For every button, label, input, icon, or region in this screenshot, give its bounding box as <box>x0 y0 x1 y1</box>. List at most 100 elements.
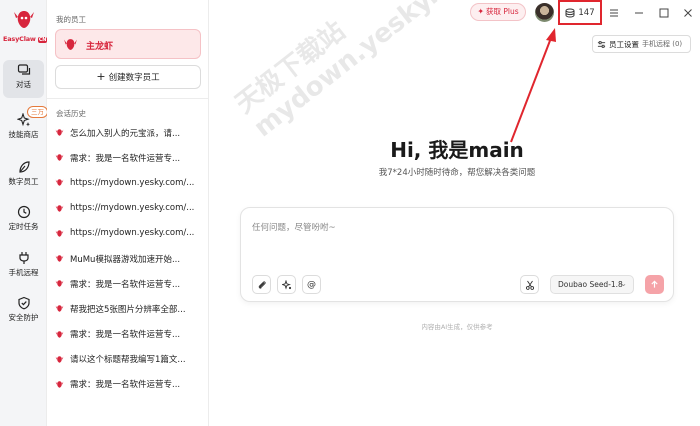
watermark-line-2: mydown.yesky.com <box>248 0 492 144</box>
arrow-up-icon <box>651 280 658 288</box>
model-select[interactable]: Doubao Seed-1.8 ⌄ <box>550 275 634 294</box>
lobster-icon <box>55 129 64 136</box>
lobster-icon <box>55 204 64 212</box>
history-item-label: https://mydown.yesky.com/... <box>70 228 195 239</box>
app-logo: EasyClaw CN <box>3 8 48 48</box>
chevron-down-icon: ⌄ <box>620 279 627 288</box>
rail-item-digital-employee[interactable]: 数字员工 <box>3 157 44 195</box>
rail-item-phone-remote[interactable]: 手机远程 <box>3 248 44 286</box>
lobster-icon <box>55 356 64 363</box>
rail-item-scheduled-tasks[interactable]: 定时任务 <box>3 202 44 240</box>
skills-button[interactable] <box>277 275 296 294</box>
history-item[interactable]: 请以这个标题帮我编写1篇文... <box>55 347 205 372</box>
attach-button[interactable] <box>252 275 271 294</box>
scissors-button[interactable] <box>520 275 539 294</box>
scissors-icon <box>525 280 534 290</box>
page-title: Hi, 我是main <box>390 138 524 162</box>
employee-settings-label: 员工设置 <box>609 39 639 49</box>
rail-label-skill-store: 技能商店 <box>8 130 39 139</box>
history-item-label: 需求：我是一名软件运营专... <box>70 380 181 391</box>
star-icon: ✦ <box>477 7 485 16</box>
send-button[interactable] <box>645 275 664 294</box>
rail-item-chat[interactable]: 对话 <box>3 60 44 98</box>
employee-name: 主龙虾 <box>86 42 114 52</box>
phone-remote-count: 手机远程 (0) <box>642 40 683 48</box>
rail-item-security[interactable]: 安全防护 <box>3 293 44 331</box>
at-icon: @ <box>307 279 316 290</box>
rail-label-digital-employee: 数字员工 <box>8 177 39 186</box>
history-section-title: 会话历史 <box>56 109 86 118</box>
paperclip-icon <box>258 280 266 289</box>
watermark-line-1: 天极下载站 <box>230 15 351 120</box>
lobster-icon <box>55 280 64 287</box>
shield-icon <box>17 296 30 310</box>
model-select-value: Doubao Seed-1.8 <box>558 280 623 289</box>
chat-icon <box>17 64 30 75</box>
history-item[interactable]: 需求：我是一名软件运营专... <box>55 271 205 296</box>
minimize-icon[interactable] <box>632 5 646 19</box>
user-avatar[interactable] <box>535 3 554 22</box>
page-subtitle: 我7*24小时随时待命，帮您解决各类问题 <box>378 168 536 178</box>
history-item-label: https://mydown.yesky.com/... <box>70 203 195 214</box>
maximize-icon[interactable] <box>657 5 671 19</box>
rail-label-security: 安全防护 <box>8 313 39 322</box>
menu-icon[interactable] <box>607 5 621 19</box>
history-item-label: 需求：我是一名软件运营专... <box>70 279 181 290</box>
lobster-logo-icon <box>13 11 34 28</box>
history-item[interactable]: 需求：我是一名软件运营专... <box>55 145 205 170</box>
sparkle-small-icon <box>281 279 291 290</box>
lobster-icon <box>55 230 64 237</box>
plus-icon: + <box>96 70 106 83</box>
rail-label-phone-remote: 手机远程 <box>8 268 39 277</box>
history-item-label: 需求：我是一名软件运营专... <box>70 153 181 164</box>
history-item[interactable]: https://mydown.yesky.com/... <box>55 196 205 221</box>
rail-label-chat: 对话 <box>16 80 31 89</box>
history-item-label: https://mydown.yesky.com/... <box>70 177 195 188</box>
history-item[interactable]: 怎么加入别人的元宝派，请... <box>55 120 205 145</box>
employee-settings-button[interactable]: 员工设置 手机远程 (0) <box>592 35 691 53</box>
lobster-icon <box>55 255 64 262</box>
rail-label-scheduled-tasks: 定时任务 <box>8 222 39 231</box>
app-name: EasyClaw CN <box>3 35 48 43</box>
lobster-icon <box>55 154 64 161</box>
left-rail: EasyClaw CN 对话 三万 技能商店 数字员工 定时任务 手机远程 安全… <box>0 0 48 426</box>
sidebar-divider <box>47 98 209 99</box>
sliders-icon <box>597 40 606 48</box>
clock-icon <box>17 205 30 219</box>
close-icon[interactable] <box>681 5 695 19</box>
history-item-label: MuMu模拟器游戏加速开始... <box>70 254 181 265</box>
highlight-callout-box <box>558 0 602 25</box>
leaf-icon <box>18 161 30 173</box>
get-plus-label: 获取 Plus <box>486 7 519 16</box>
lobster-icon <box>55 305 64 313</box>
employee-item[interactable]: 主龙虾 <box>55 29 201 59</box>
lobster-icon <box>55 381 64 388</box>
history-item-label: 怎么加入别人的元宝派，请... <box>70 128 181 139</box>
employees-section-title: 我的员工 <box>56 15 86 24</box>
history-item[interactable]: https://mydown.yesky.com/... <box>55 170 205 195</box>
history-item[interactable]: 需求：我是一名软件运营专... <box>55 372 205 397</box>
history-item-label: 请以这个标题帮我编写1篇文... <box>70 355 186 366</box>
chat-input[interactable]: 任何问题，尽管吩咐~ <box>252 221 336 233</box>
rail-item-skill-store[interactable]: 三万 技能商店 <box>3 106 48 148</box>
lobster-avatar-icon <box>64 39 77 50</box>
history-item-label: 需求：我是一名软件运营专... <box>70 330 181 341</box>
create-employee-label: 创建数字员工 <box>108 73 160 83</box>
history-item[interactable]: 需求：我是一名软件运营专... <box>55 322 205 347</box>
history-item[interactable]: 帮我把这5张图片分辨率全部... <box>55 296 205 321</box>
history-item[interactable]: https://mydown.yesky.com/... <box>55 221 205 246</box>
watermark: 天极下载站 mydown.yesky.com <box>230 0 492 143</box>
chat-composer[interactable]: 任何问题，尽管吩咐~ @ Doubao Seed-1.8 ⌄ <box>240 207 674 302</box>
history-item-label: 帮我把这5张图片分辨率全部... <box>70 304 186 315</box>
lobster-icon <box>55 330 64 338</box>
mention-button[interactable]: @ <box>302 275 321 294</box>
skill-store-badge: 三万 <box>27 106 48 118</box>
plug-icon <box>18 252 29 264</box>
lobster-icon <box>55 179 64 187</box>
get-plus-button[interactable]: ✦ 获取 Plus <box>470 3 526 21</box>
create-employee-button[interactable]: + 创建数字员工 <box>55 65 201 89</box>
history-list: 怎么加入别人的元宝派，请... 需求：我是一名软件运营专... https://my… <box>55 120 205 397</box>
history-item[interactable]: MuMu模拟器游戏加速开始... <box>55 246 205 271</box>
ai-disclaimer: 内容由AI生成，仅供参考 <box>421 323 493 331</box>
sidebar: 我的员工 主龙虾 + 创建数字员工 会话历史 怎么加入别人的元宝派，请... 需求：… <box>47 0 209 426</box>
